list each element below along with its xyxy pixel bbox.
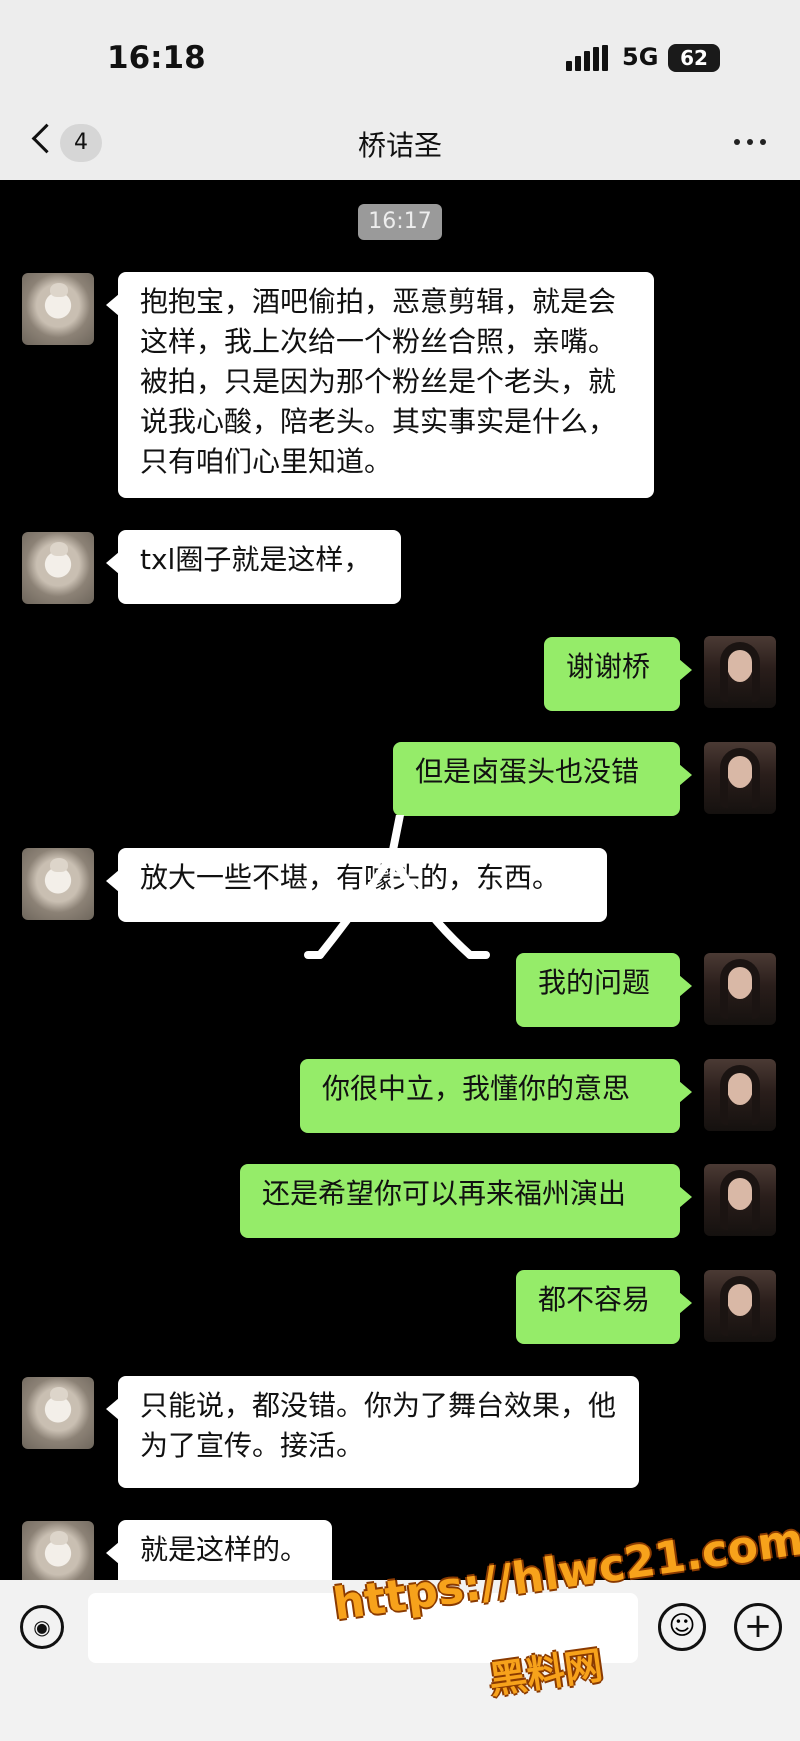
- emoji-icon[interactable]: ☺: [658, 1603, 706, 1651]
- my-avatar[interactable]: [704, 1270, 776, 1342]
- outgoing-message-bubble[interactable]: 都不容易: [516, 1270, 692, 1344]
- more-icon[interactable]: [728, 126, 772, 156]
- my-avatar[interactable]: [704, 742, 776, 814]
- my-avatar[interactable]: [704, 1059, 776, 1131]
- friend-avatar[interactable]: [22, 273, 94, 345]
- stick-figure-overlay: [304, 815, 490, 959]
- status-time: 16:18: [107, 40, 206, 76]
- outgoing-message-bubble[interactable]: 你很中立，我懂你的意思: [300, 1059, 692, 1133]
- incoming-message-bubble[interactable]: 只能说，都没错。你为了舞台效果，他为了宣传。接活。: [106, 1376, 639, 1488]
- my-avatar[interactable]: [704, 1164, 776, 1236]
- network-type: 5G: [622, 43, 659, 71]
- outgoing-message-bubble[interactable]: 谢谢桥: [544, 637, 692, 711]
- chat-title: 桥诘圣: [357, 129, 442, 162]
- my-avatar[interactable]: [704, 953, 776, 1025]
- incoming-message-bubble[interactable]: txl圈子就是这样，: [106, 530, 401, 604]
- battery-level: 62: [668, 44, 720, 72]
- plus-icon[interactable]: +: [734, 1603, 782, 1651]
- friend-avatar[interactable]: [22, 532, 94, 604]
- voice-icon[interactable]: ◉: [20, 1605, 64, 1649]
- my-avatar[interactable]: [704, 636, 776, 708]
- incoming-message-bubble[interactable]: 抱抱宝，酒吧偷拍，恶意剪辑，就是会这样，我上次给一个粉丝合照，亲嘴。被拍，只是因…: [106, 272, 654, 498]
- outgoing-message-bubble[interactable]: 但是卤蛋头也没错: [393, 742, 692, 816]
- friend-avatar[interactable]: [22, 848, 94, 920]
- outgoing-message-bubble[interactable]: 还是希望你可以再来福州演出: [240, 1164, 692, 1238]
- message-timestamp: 16:17: [358, 204, 442, 240]
- signal-icon: [566, 45, 610, 71]
- outgoing-message-bubble[interactable]: 我的问题: [516, 953, 692, 1027]
- friend-avatar[interactable]: [22, 1377, 94, 1449]
